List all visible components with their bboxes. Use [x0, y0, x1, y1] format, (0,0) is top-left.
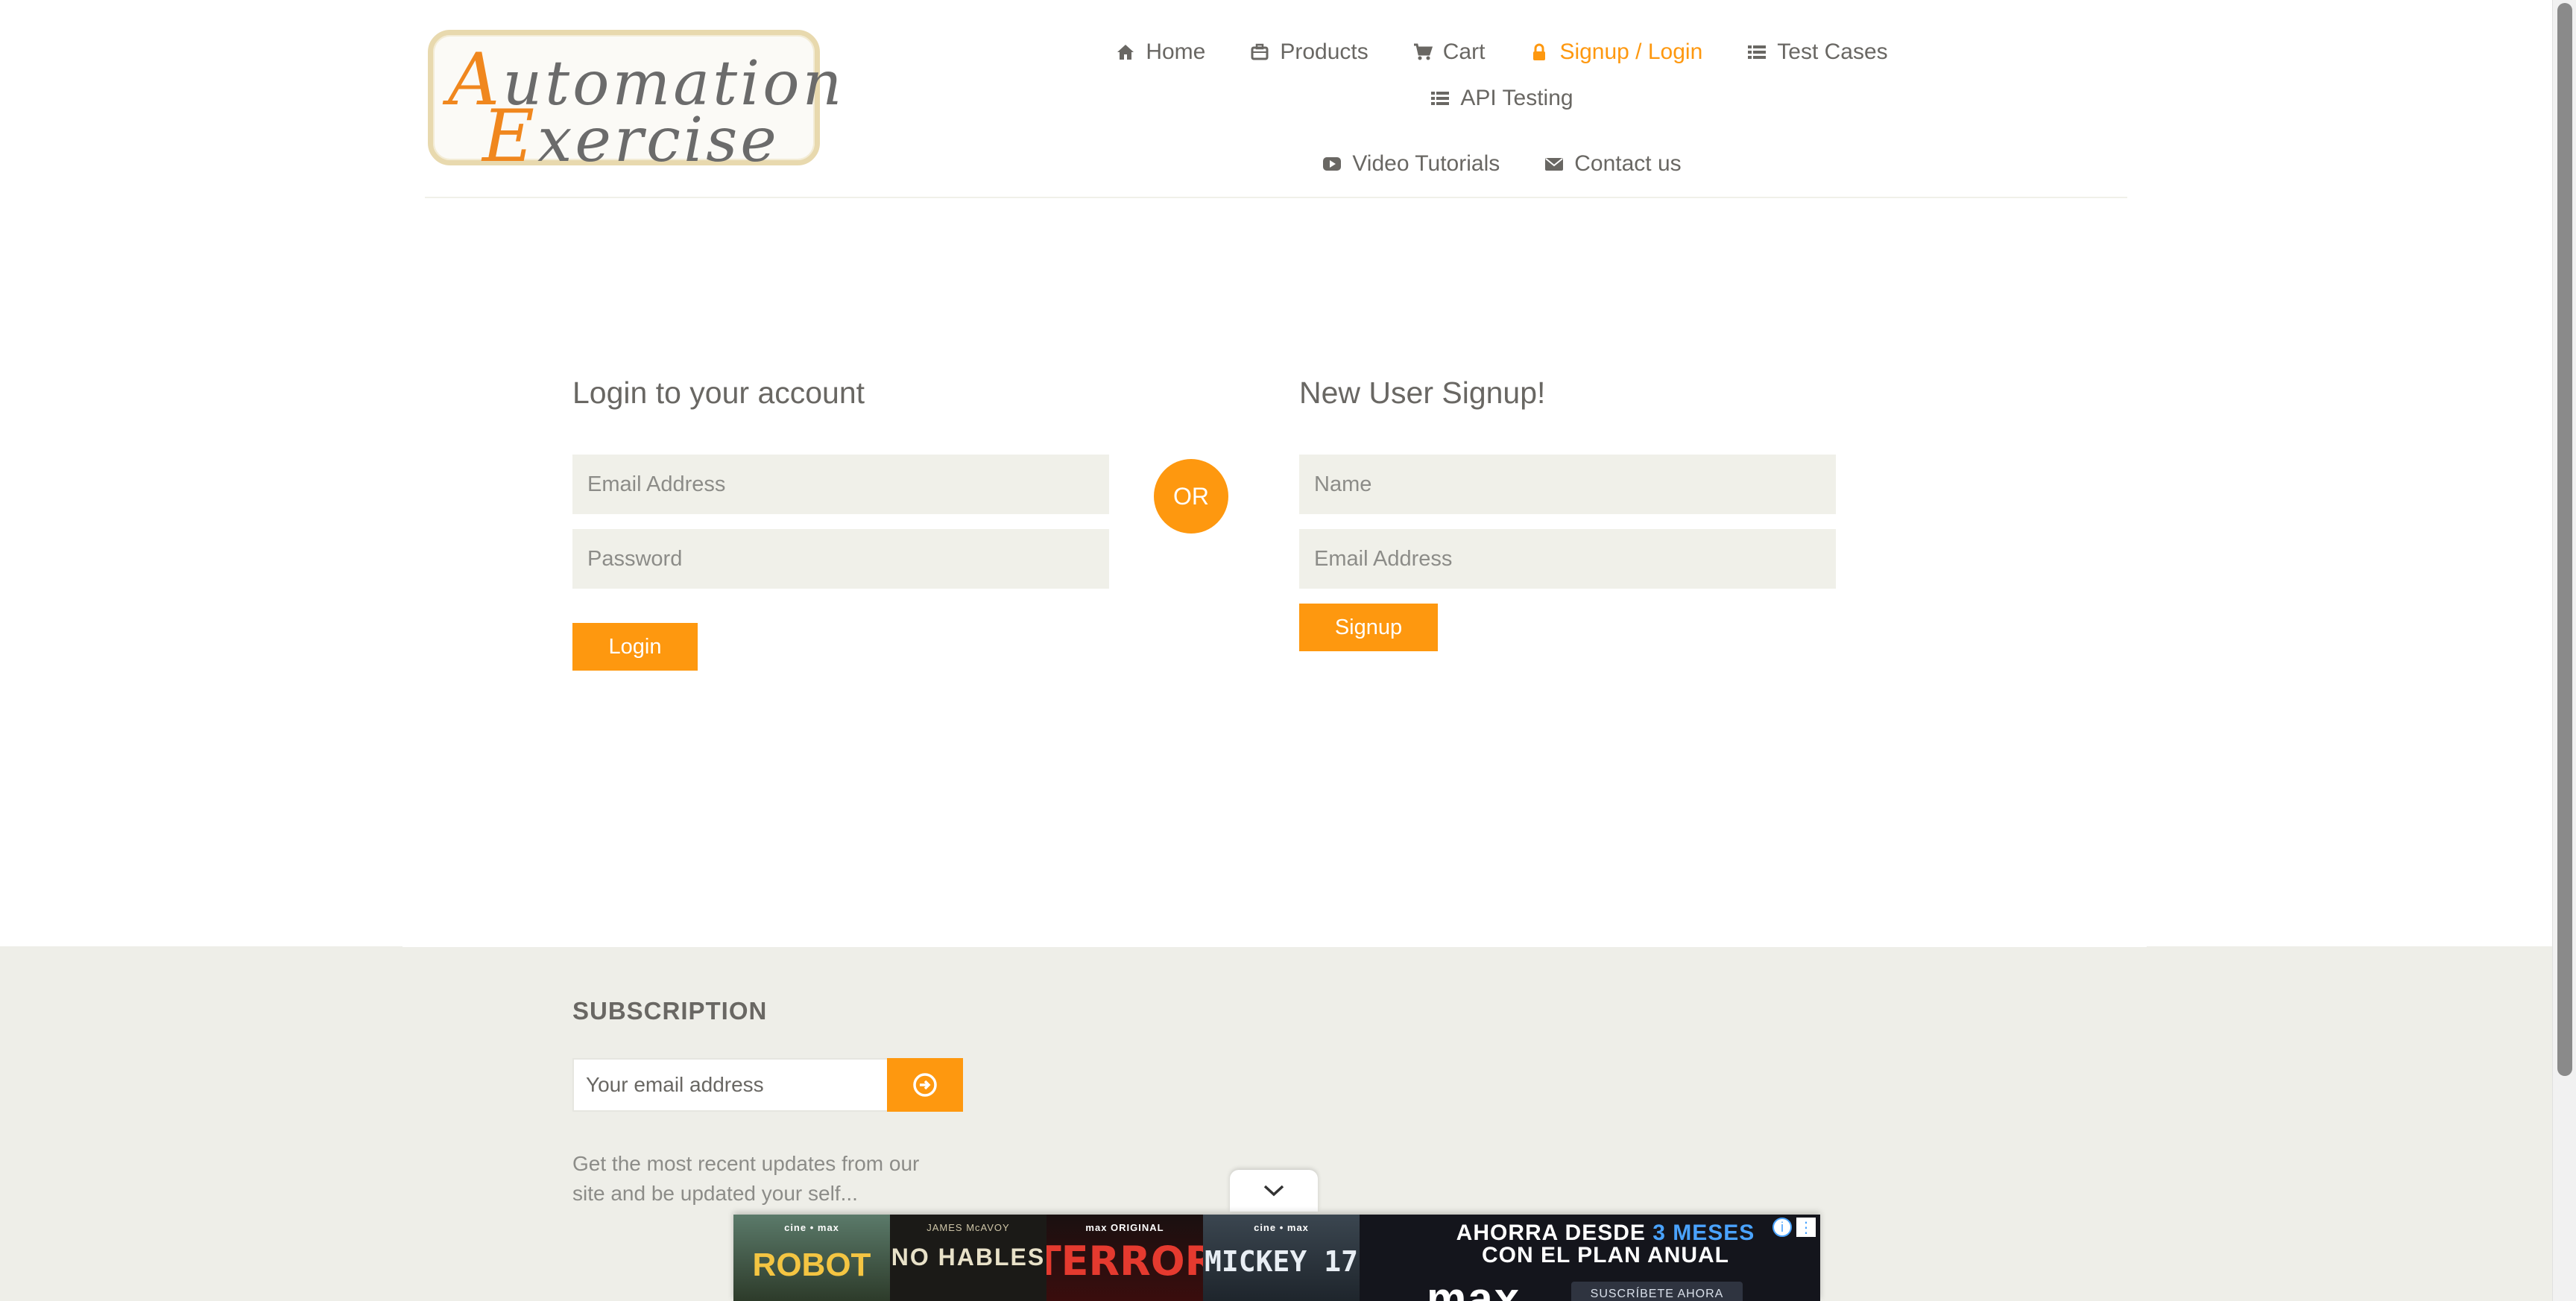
ad-collapse-toggle[interactable]	[1230, 1170, 1318, 1212]
list-icon	[1748, 45, 1767, 59]
ad-poster: JAMES McAVOY NO HABLES	[890, 1215, 1046, 1301]
ad-headline-highlight: 3 MESES	[1652, 1221, 1755, 1245]
subscription-title: SUBSCRIPTION	[572, 997, 768, 1025]
nav-api-testing-label: API Testing	[1460, 86, 1573, 110]
ad-poster-brand: cine • max	[1254, 1222, 1309, 1233]
login-button[interactable]: Login	[572, 623, 698, 671]
chevron-down-icon	[1263, 1185, 1284, 1197]
nav-signup-login[interactable]: Signup / Login	[1530, 39, 1702, 66]
home-icon	[1117, 45, 1134, 60]
ad-headline: AHORRA DESDE 3 MESES CON EL PLAN ANUAL	[1449, 1222, 1762, 1267]
ad-poster-brand: max ORIGINAL	[1085, 1222, 1164, 1233]
signup-title: New User Signup!	[1299, 376, 1546, 410]
nav-cart[interactable]: Cart	[1413, 39, 1486, 66]
ad-headline-part1: AHORRA DESDE	[1456, 1221, 1653, 1245]
nav-products-label: Products	[1280, 39, 1368, 64]
nav-test-cases-label: Test Cases	[1777, 39, 1888, 64]
subscription-description: Get the most recent updates from our sit…	[572, 1152, 920, 1205]
lock-icon	[1533, 43, 1546, 60]
ad-poster: cine • max ROBOT	[733, 1215, 890, 1301]
ad-poster-brand: cine • max	[784, 1222, 839, 1233]
products-icon	[1251, 43, 1269, 60]
footer-divider	[402, 945, 2147, 947]
signup-button[interactable]: Signup	[1299, 604, 1438, 651]
ad-poster-brand: JAMES McAVOY	[926, 1222, 1010, 1233]
scrollbar-thumb[interactable]	[2557, 3, 2572, 1076]
signup-email-input[interactable]	[1299, 529, 1836, 589]
nav-cart-label: Cart	[1442, 39, 1486, 64]
login-password-input[interactable]	[572, 529, 1109, 589]
ad-poster-title: NO HABLES	[891, 1244, 1046, 1270]
envelope-icon	[1545, 158, 1564, 171]
ad-brand-logo: max	[1427, 1273, 1521, 1301]
login-title: Login to your account	[572, 376, 865, 410]
ad-poster: max ORIGINAL TERROR	[1046, 1215, 1203, 1301]
ad-cta-button[interactable]: SUSCRÍBETE AHORA	[1571, 1282, 1743, 1301]
nav-contact-us[interactable]: Contact us	[1544, 151, 1682, 177]
nav-home[interactable]: Home	[1116, 39, 1205, 66]
ad-info-icon[interactable]: i	[1772, 1218, 1792, 1237]
list-icon	[1431, 92, 1450, 105]
nav-video-tutorials[interactable]: Video Tutorials	[1322, 151, 1500, 177]
ad-poster-title: ROBOT	[752, 1247, 871, 1283]
login-email-input[interactable]	[572, 455, 1109, 514]
main-nav: Home Products Cart Signup / Login Test C…	[1021, 39, 1983, 177]
nav-products[interactable]: Products	[1250, 39, 1368, 66]
youtube-icon	[1323, 157, 1342, 171]
nav-test-cases[interactable]: Test Cases	[1747, 39, 1888, 66]
signup-name-input[interactable]	[1299, 455, 1836, 514]
ad-poster: cine • max MICKEY 17	[1203, 1215, 1360, 1301]
subscribe-button[interactable]	[887, 1058, 963, 1112]
nav-video-tutorials-label: Video Tutorials	[1352, 151, 1500, 176]
cart-icon	[1413, 43, 1433, 60]
or-badge: OR	[1154, 459, 1228, 534]
header-divider	[425, 197, 2127, 198]
nav-api-testing[interactable]: API Testing	[1430, 85, 1573, 112]
arrow-circle-right-icon	[913, 1073, 937, 1097]
ad-poster-title: MICKEY 17	[1205, 1245, 1358, 1278]
ad-menu-icon[interactable]: ⋮	[1796, 1218, 1816, 1237]
logo-line-2: Exercise	[482, 95, 780, 178]
nav-contact-us-label: Contact us	[1574, 151, 1682, 176]
nav-signup-login-label: Signup / Login	[1559, 39, 1703, 64]
ad-poster-title: TERROR	[1046, 1238, 1203, 1285]
page-scrollbar[interactable]	[2552, 0, 2576, 1301]
subscription-email-input[interactable]	[572, 1058, 888, 1112]
site-logo[interactable]: Automation Exercise	[428, 30, 842, 178]
nav-home-label: Home	[1146, 39, 1206, 64]
ad-banner[interactable]: cine • max ROBOT JAMES McAVOY NO HABLES …	[733, 1215, 1820, 1301]
ad-headline-line2: CON EL PLAN ANUAL	[1482, 1243, 1729, 1267]
